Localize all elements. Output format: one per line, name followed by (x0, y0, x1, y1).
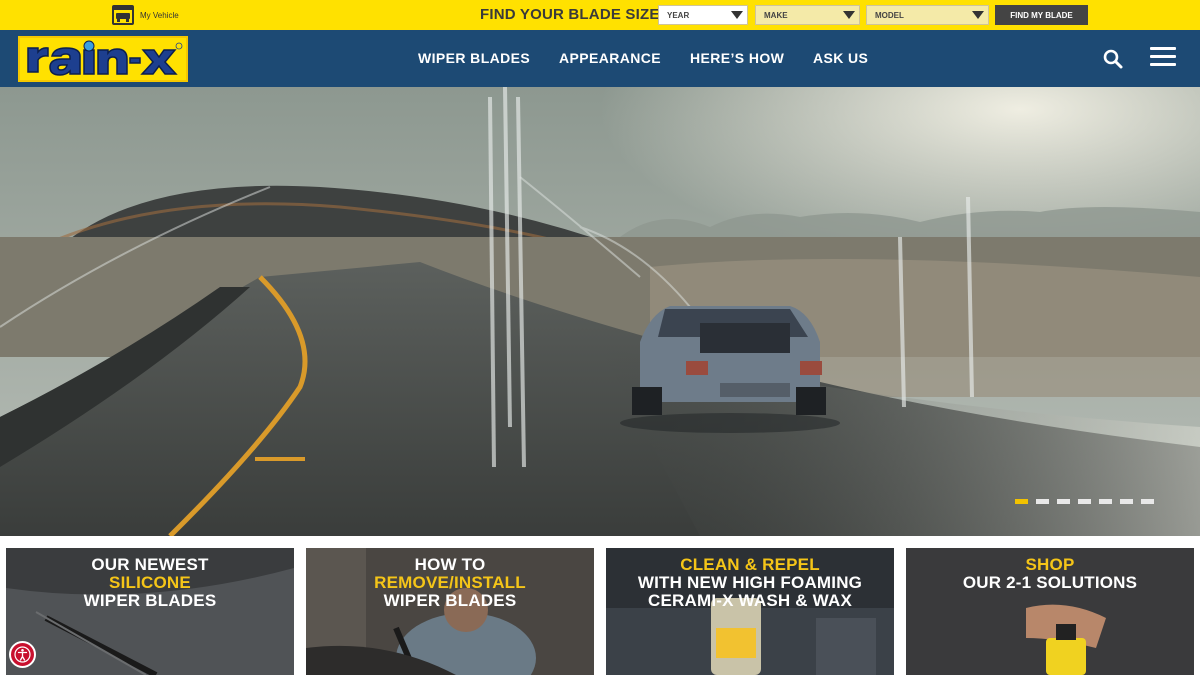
card-title-line1: HOW TO (414, 555, 486, 574)
vehicle-icon (112, 5, 134, 25)
find-blade-size-label: FIND YOUR BLADE SIZE: (480, 6, 665, 23)
card-title-line2: OUR 2-1 SOLUTIONS (962, 573, 1138, 592)
year-select-value: YEAR (667, 10, 690, 20)
card-title-line3: CERAMI-X WASH & WAX (647, 591, 853, 610)
card-remove-install[interactable]: HOW TO REMOVE/INSTALL WIPER BLADES (306, 548, 594, 675)
carousel-dot-1[interactable] (1015, 499, 1028, 504)
carousel-dot-2[interactable] (1036, 499, 1049, 504)
make-select[interactable]: MAKE (755, 5, 860, 25)
card-title-line3: WIPER BLADES (383, 591, 517, 610)
rainx-logo[interactable] (18, 36, 188, 82)
find-my-blade-button[interactable]: FIND MY BLADE (995, 5, 1088, 25)
card-shop-2-1-solutions[interactable]: SHOP OUR 2-1 SOLUTIONS (906, 548, 1194, 675)
card-title-line2: REMOVE/INSTALL (374, 573, 526, 592)
chevron-down-icon (843, 11, 855, 19)
nav-ask-us[interactable]: ASK US (813, 50, 868, 66)
carousel-dot-5[interactable] (1099, 499, 1112, 504)
card-title-line1: CLEAN & REPEL (680, 555, 820, 574)
year-select[interactable]: YEAR (658, 5, 748, 25)
chevron-down-icon (972, 11, 984, 19)
chevron-down-icon (731, 11, 743, 19)
card-silicone-wiper-blades[interactable]: OUR NEWEST SILICONE WIPER BLADES (6, 548, 294, 675)
hero-image (0, 87, 1200, 536)
accessibility-button[interactable] (9, 641, 36, 668)
main-navbar: WIPER BLADES APPEARANCE HERE’S HOW ASK U… (0, 30, 1200, 87)
menu-button[interactable] (1150, 47, 1176, 69)
nav-appearance[interactable]: APPEARANCE (559, 50, 661, 66)
carousel-dot-6[interactable] (1120, 499, 1133, 504)
model-select-value: MODEL (875, 10, 904, 20)
make-select-value: MAKE (764, 10, 788, 20)
hero-carousel[interactable] (0, 87, 1200, 536)
top-bar: My Vehicle FIND YOUR BLADE SIZE: YEAR MA… (0, 0, 1200, 30)
card-title-line1: OUR NEWEST (91, 555, 209, 574)
my-vehicle-link[interactable]: My Vehicle (112, 4, 179, 26)
card-cerami-x-wash-wax[interactable]: CLEAN & REPEL WITH NEW HIGH FOAMING CERA… (606, 548, 894, 675)
my-vehicle-label: My Vehicle (140, 10, 179, 20)
nav-wiper-blades[interactable]: WIPER BLADES (418, 50, 530, 66)
carousel-dot-7[interactable] (1141, 499, 1154, 504)
carousel-dot-4[interactable] (1078, 499, 1091, 504)
card-title-line2: WITH NEW HIGH FOAMING (637, 573, 863, 592)
carousel-dots (1015, 499, 1154, 504)
search-icon (1103, 49, 1123, 69)
card-title-line1: SHOP (1025, 555, 1075, 574)
card-title-line3: WIPER BLADES (83, 591, 217, 610)
search-button[interactable] (1102, 48, 1124, 70)
rainx-logo-image (20, 38, 186, 80)
nav-heres-how[interactable]: HERE’S HOW (690, 50, 784, 66)
card-title-line2: SILICONE (109, 573, 191, 592)
accessibility-icon (14, 646, 31, 663)
model-select[interactable]: MODEL (866, 5, 989, 25)
carousel-dot-3[interactable] (1057, 499, 1070, 504)
menu-icon (1150, 47, 1176, 66)
